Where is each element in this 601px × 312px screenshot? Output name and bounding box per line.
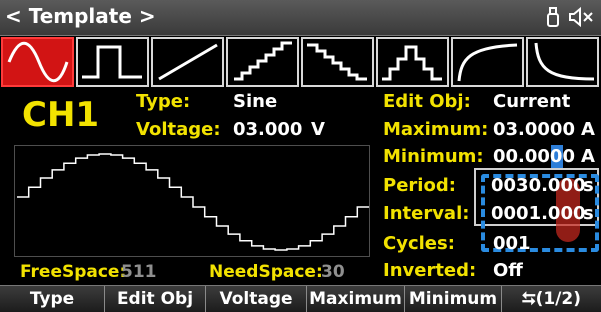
period-unit: s — [583, 175, 594, 196]
interval-label: Interval: — [383, 203, 470, 224]
waveform-exp-rise-tile[interactable] — [451, 37, 524, 87]
interval-unit: s — [583, 203, 594, 224]
stair-up-down-icon — [382, 45, 442, 81]
waveform-stair-up-tile[interactable] — [226, 37, 299, 87]
cycles-label: Cycles: — [383, 233, 455, 254]
ramp-wave-icon — [158, 43, 218, 81]
minimum-unit: A — [581, 146, 595, 167]
minimum-label: Minimum: — [383, 146, 484, 167]
edit-obj-label: Edit Obj: — [383, 91, 471, 112]
voltage-unit: V — [311, 119, 325, 140]
inverted-label: Inverted: — [383, 260, 477, 281]
cycles-value[interactable]: 001 — [493, 233, 531, 254]
title-bar: < Template > — [0, 0, 601, 36]
softkey-minimum[interactable]: Minimum — [405, 286, 502, 312]
interval-value[interactable]: 0001.000 — [491, 203, 586, 224]
sine-wave-icon — [7, 41, 69, 83]
need-space-value: 30 — [321, 262, 345, 282]
waveform-stair-down-tile[interactable] — [301, 37, 374, 87]
stair-down-icon — [307, 43, 367, 81]
waveform-selector — [0, 37, 601, 87]
waveform-exp-fall-tile[interactable] — [526, 37, 599, 87]
free-space-value: 511 — [121, 262, 157, 282]
softkey-edit-obj[interactable]: Edit Obj — [105, 286, 206, 312]
usb-icon — [545, 6, 561, 32]
minimum-value[interactable]: 00.0000 — [493, 146, 575, 167]
page-title: < Template > — [5, 4, 156, 28]
stair-up-icon — [234, 41, 292, 81]
maximum-label: Maximum: — [383, 119, 489, 140]
inverted-value[interactable]: Off — [493, 260, 523, 281]
waveform-ramp-tile[interactable] — [151, 37, 224, 87]
waveform-preview — [14, 145, 370, 257]
stepped-sine-graph — [17, 153, 369, 251]
softkey-page[interactable]: ⮀(1/2) — [502, 286, 601, 312]
softkey-bar: Type Edit Obj Voltage Maximum Minimum ⮀(… — [0, 285, 601, 312]
type-value[interactable]: Sine — [233, 91, 277, 112]
softkey-type[interactable]: Type — [0, 286, 105, 312]
square-wave-icon — [82, 45, 142, 79]
exp-rise-icon — [457, 43, 518, 82]
channel-label: CH1 — [22, 95, 100, 135]
voltage-value[interactable]: 03.000 — [233, 119, 302, 140]
edit-obj-value[interactable]: Current — [493, 91, 570, 112]
maximum-unit: A — [581, 119, 595, 140]
waveform-sine-tile[interactable] — [1, 37, 74, 87]
waveform-square-tile[interactable] — [76, 37, 149, 87]
period-value[interactable]: 0030.000 — [491, 175, 586, 196]
waveform-stair-up-down-tile[interactable] — [376, 37, 449, 87]
maximum-value[interactable]: 03.0000 — [493, 119, 575, 140]
softkey-voltage[interactable]: Voltage — [206, 286, 307, 312]
speaker-mute-icon — [568, 6, 596, 32]
exp-fall-icon — [534, 42, 595, 81]
type-label: Type: — [136, 91, 191, 112]
softkey-maximum[interactable]: Maximum — [307, 286, 405, 312]
free-space-label: FreeSpace: — [20, 262, 127, 282]
need-space-label: NeedSpace: — [209, 262, 323, 282]
period-label: Period: — [383, 175, 456, 196]
voltage-label: Voltage: — [136, 119, 221, 140]
